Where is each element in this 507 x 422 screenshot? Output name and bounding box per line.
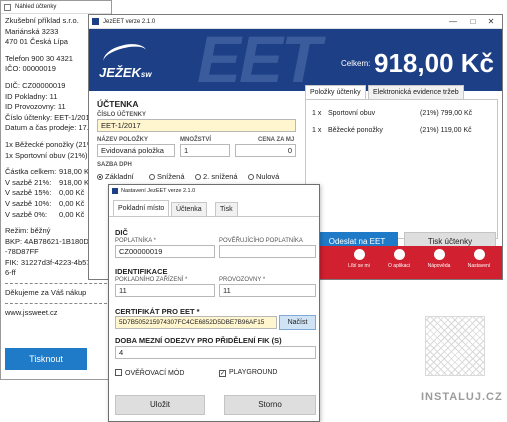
like-button[interactable]: Líbí se mi: [339, 249, 379, 269]
tab-cash-register[interactable]: Pokladní místo: [113, 200, 170, 217]
cancel-button[interactable]: Storno: [224, 395, 316, 415]
checkbox-icon: [115, 369, 122, 376]
radio-icon: [149, 174, 155, 180]
vat-option-basic[interactable]: Základní: [97, 172, 134, 181]
app-icon: [92, 18, 99, 25]
quantity-label: MNOŽSTVÍ: [180, 137, 211, 143]
tab-receipt-items[interactable]: Položky účtenky: [305, 85, 366, 99]
item-name-label: NÁZEV POLOŽKY: [97, 137, 149, 143]
app-icon: [112, 188, 118, 194]
identification-section-title: IDENTIFIKACE: [115, 267, 168, 276]
receipt-section-title: ÚČTENKA: [97, 99, 139, 109]
premises-id-label: PROVOZOVNY *: [219, 277, 266, 283]
gear-icon: [473, 249, 485, 260]
watermark-text: INSTALUJ.CZ: [421, 391, 503, 403]
item-name-input[interactable]: Evidovaná položka: [97, 144, 175, 157]
response-time-input[interactable]: 4: [115, 346, 316, 359]
vat-option-second-reduced[interactable]: 2. snížená: [195, 172, 238, 181]
radio-icon: [97, 174, 103, 180]
about-button[interactable]: O aplikaci: [379, 249, 419, 269]
taxpayer-dic-label: POPLATNÍKA *: [115, 238, 156, 244]
receipt-window-icon: [4, 4, 11, 11]
cash-register-id-label: POKLADNÍHO ZAŘÍZENÍ *: [115, 277, 188, 283]
radio-icon: [195, 174, 201, 180]
total-label: Celkem:: [341, 59, 371, 68]
settings-titlebar[interactable]: Nastavení JezEET verze 2.1.0: [109, 185, 319, 198]
brand-logo: JEŽEKsw: [99, 65, 152, 80]
tab-print[interactable]: Tisk: [215, 202, 238, 216]
tab-eet[interactable]: Elektronická evidence tržeb: [368, 85, 464, 99]
verify-mode-checkbox[interactable]: OVĚŘOVACÍ MÓD: [115, 369, 184, 377]
list-item[interactable]: 1 x Sportovní obuv (21%) 799,00 Kč: [312, 110, 492, 117]
vat-option-reduced[interactable]: Snížená: [149, 172, 185, 181]
certificate-input[interactable]: 5D7B505215974307FC4CE6852D5DBE7B96AF15: [115, 316, 277, 329]
receipt-divider: [5, 302, 107, 304]
app-header: EET JEŽEKsw Celkem: 918,00 Kč: [89, 29, 502, 91]
receipt-window-title: Náhled účtenky: [15, 4, 57, 10]
total-amount: 918,00 Kč: [374, 48, 494, 78]
checkmark-icon: ✓: [219, 370, 226, 377]
watermark: INSTALUJ.CZ: [415, 312, 505, 420]
delegating-dic-input[interactable]: [219, 245, 316, 258]
quantity-input[interactable]: 1: [180, 144, 230, 157]
dic-section-title: DIČ: [115, 228, 128, 237]
vat-rate-label: SAZBA DPH: [97, 162, 132, 168]
cash-register-id-input[interactable]: 11: [115, 284, 215, 297]
response-time-section-title: DOBA MEZNÍ ODEZVY PRO PŘIDĚLENÍ FIK (s): [115, 336, 282, 345]
receipt-number-label: ČÍSLO ÚČTENKY: [97, 112, 147, 118]
items-panel: 1 x Sportovní obuv (21%) 799,00 Kč 1 x Běže…: [305, 99, 498, 239]
thumbs-up-icon: [353, 249, 365, 260]
receipt-window-titlebar[interactable]: Náhled účtenky: [1, 1, 111, 14]
tab-receipt[interactable]: Účtenka: [171, 202, 207, 216]
help-button[interactable]: Nápověda: [419, 249, 459, 269]
receipt-website: www.jssweet.cz: [5, 307, 58, 317]
maximize-icon[interactable]: □: [464, 15, 482, 29]
help-icon: [433, 249, 445, 260]
settings-button[interactable]: Nastavení: [459, 249, 499, 269]
delegating-dic-label: POVĚŘUJÍCÍHO POPLATNÍKA: [219, 238, 303, 244]
receipt-number-input[interactable]: EET-1/2017: [97, 119, 296, 132]
playground-checkbox[interactable]: ✓ PLAYGROUND: [219, 369, 278, 377]
certificate-section-title: CERTIFIKÁT PRO EET *: [115, 307, 200, 316]
save-button[interactable]: Uložit: [115, 395, 205, 415]
settings-dialog: Nastavení JezEET verze 2.1.0 Pokladní mí…: [108, 184, 320, 422]
info-icon: [393, 249, 405, 260]
vat-option-zero[interactable]: Nulová: [248, 172, 279, 181]
tab-divider: [109, 216, 319, 217]
close-icon[interactable]: ✕: [482, 15, 500, 29]
eet-header-graphic: EET: [197, 29, 321, 91]
unit-price-label: CENA ZA MJ: [258, 137, 295, 143]
watermark-logo-icon: [425, 316, 485, 376]
load-certificate-button[interactable]: Načíst: [279, 315, 316, 330]
settings-title: Nastavení JezEET verze 2.1.0: [121, 188, 196, 194]
main-window-title: JezEET verze 2.1.0: [103, 19, 156, 25]
receipt-divider: [5, 283, 107, 285]
radio-icon: [248, 174, 254, 180]
taxpayer-dic-input[interactable]: CZ00000019: [115, 245, 215, 258]
main-window-titlebar[interactable]: JezEET verze 2.1.0 — □ ✕: [89, 15, 502, 29]
unit-price-input[interactable]: 0: [235, 144, 296, 157]
receipt-print-button[interactable]: Tisknout: [5, 348, 87, 370]
receipt-thanks: Děkujeme za Váš nákup: [5, 288, 87, 298]
minimize-icon[interactable]: —: [444, 15, 462, 29]
bottom-red-bar: Líbí se mi O aplikaci Nápověda Nastavení: [305, 246, 502, 279]
premises-id-input[interactable]: 11: [219, 284, 316, 297]
list-item[interactable]: 1 x Běžecké ponožky (21%) 119,00 Kč: [312, 127, 492, 134]
